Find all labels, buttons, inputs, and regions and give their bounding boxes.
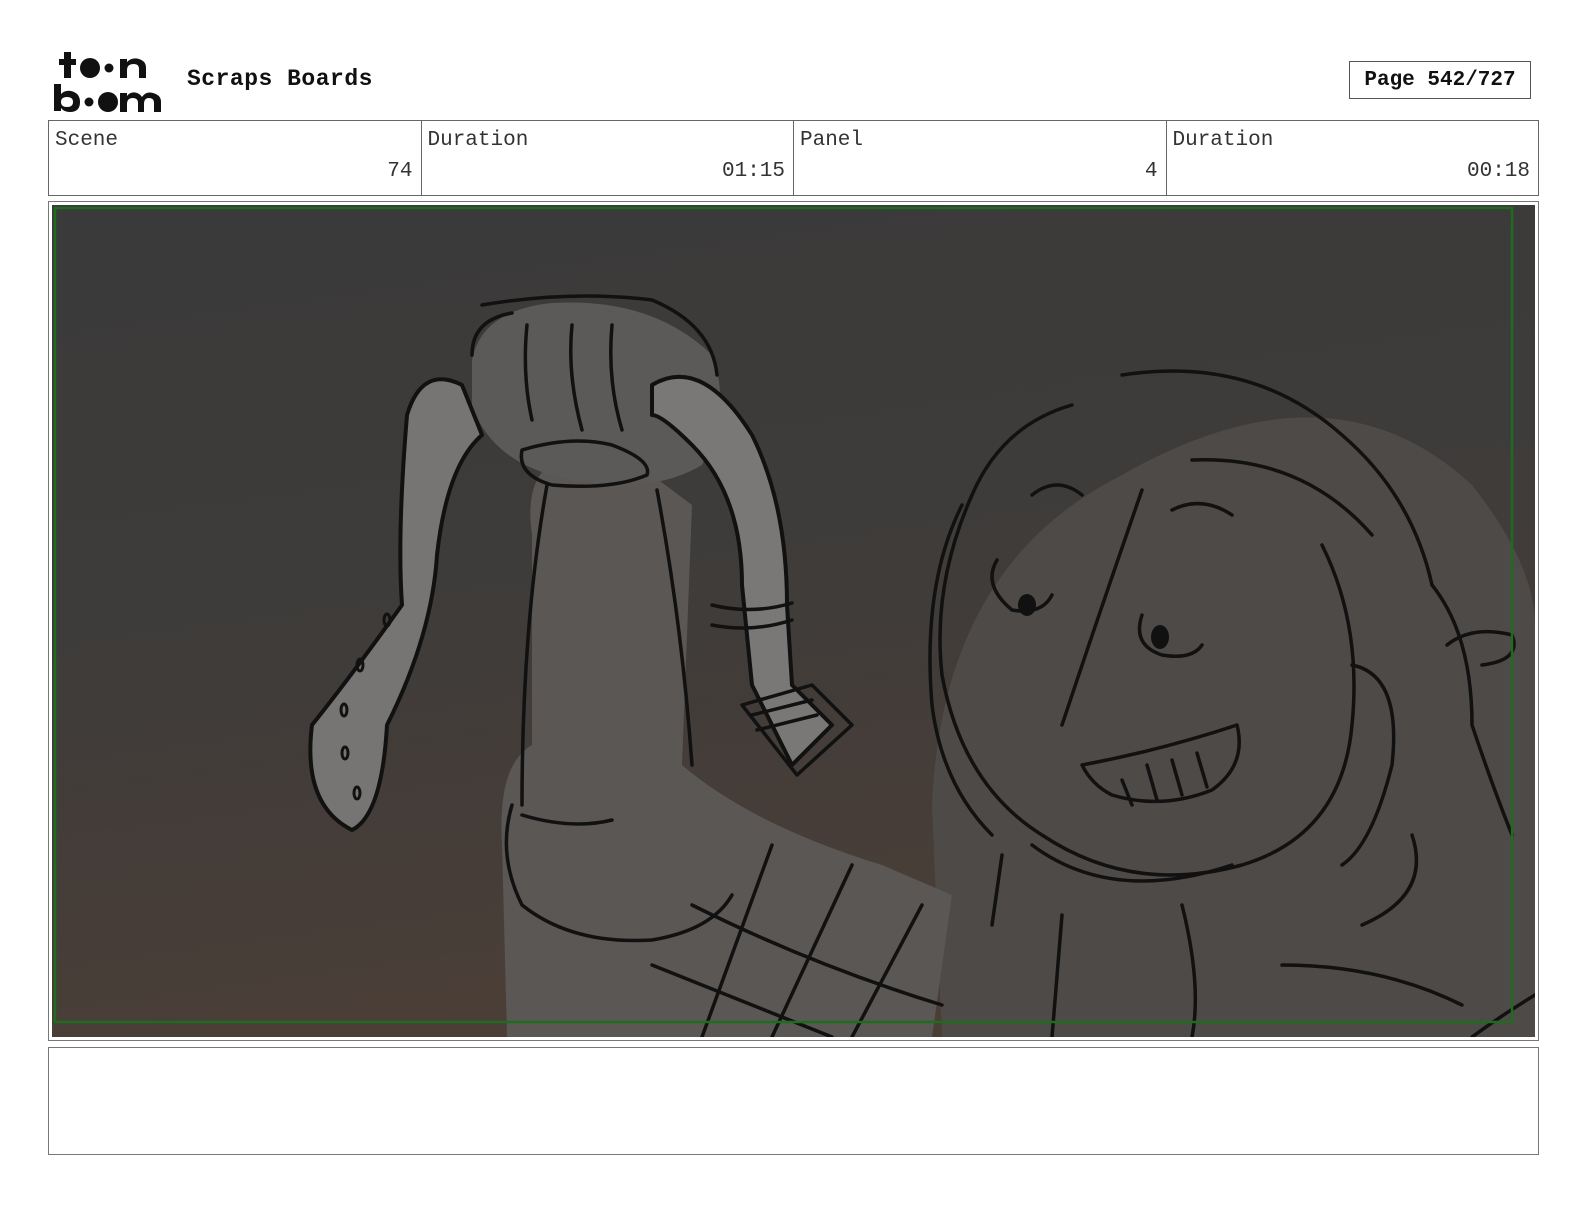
panel-label: Panel [800,129,864,152]
scene-duration-cell: Duration 01:15 [422,121,794,195]
panel-cell: Panel 4 [794,121,1167,195]
scene-duration-label: Duration [427,129,529,152]
panel-duration-value: 00:18 [1466,160,1530,183]
left-pupil [1018,594,1036,616]
panel-duration-label: Duration [1172,129,1274,152]
scene-value: 74 [387,160,413,183]
scene-label: Scene [55,129,119,152]
scene-info-table: Scene 74 Duration 01:15 Panel 4 Duration… [48,120,1539,196]
project-title: Scraps Boards [187,66,373,92]
scene-duration-value: 01:15 [721,160,785,183]
panel-duration-cell: Duration 00:18 [1167,121,1539,195]
panel-value: 4 [1144,160,1158,183]
panel-notes-box [48,1047,1539,1155]
right-pupil [1151,625,1169,649]
toon-boom-logo [54,52,161,112]
page-number-label: Page 542/727 [1364,68,1516,92]
page-number-box: Page 542/727 [1349,61,1531,99]
storyboard-panel-image [52,205,1535,1037]
scene-cell: Scene 74 [49,121,422,195]
